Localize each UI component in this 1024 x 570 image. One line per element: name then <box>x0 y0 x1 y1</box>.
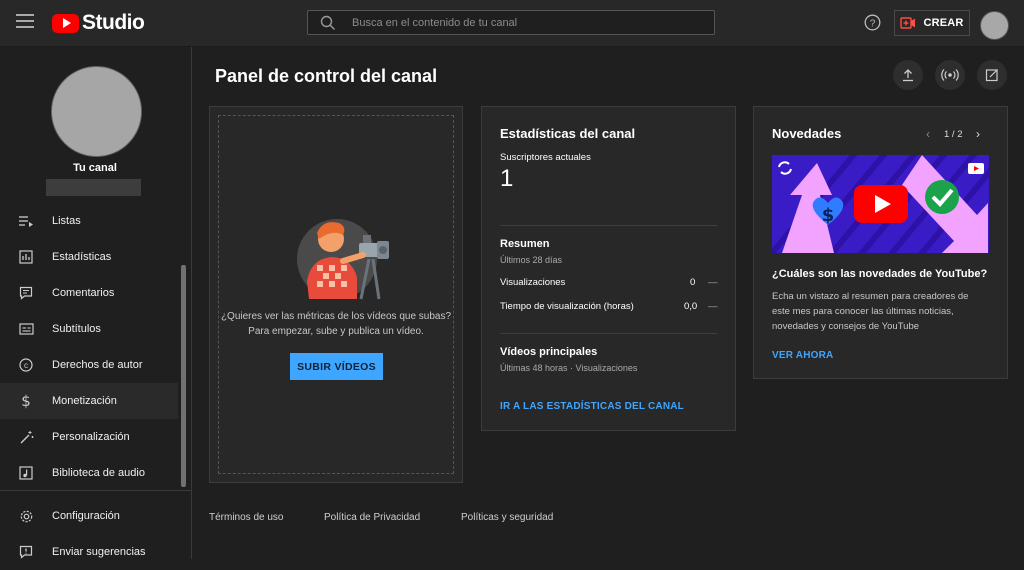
sidebar-item-label: Monetización <box>52 395 117 407</box>
create-post-button[interactable] <box>977 60 1007 90</box>
sidebar-item-subtitles[interactable]: Subtítulos <box>0 311 178 347</box>
news-card: Novedades ‹ 1 / 2 › $ ¿Cuáles son las no… <box>753 106 1008 379</box>
upload-card: ¿Quieres ver las métricas de los vídeos … <box>209 106 463 483</box>
search-box[interactable] <box>307 10 715 35</box>
subscribers-label: Suscriptores actuales <box>500 152 591 163</box>
create-video-icon <box>900 17 916 29</box>
studio-logo[interactable]: Studio <box>52 11 145 35</box>
sidebar-item-label: Personalización <box>52 431 130 443</box>
comments-icon <box>18 285 34 301</box>
live-broadcast-icon <box>941 69 959 81</box>
upload-icon <box>903 69 913 82</box>
metric-watchtime-value: 0,0 <box>684 301 698 312</box>
go-live-button[interactable] <box>935 60 965 90</box>
go-to-analytics-link[interactable]: IR A LAS ESTADÍSTICAS DEL CANAL <box>500 401 684 412</box>
sidebar-item-label: Comentarios <box>52 287 115 299</box>
sidebar-item-label: Listas <box>52 215 81 227</box>
footer-terms-link[interactable]: Términos de uso <box>209 512 283 523</box>
sidebar-item-monetization[interactable]: $ Monetización <box>0 383 178 419</box>
dollar-icon: $ <box>18 393 34 409</box>
next-page-icon[interactable]: › <box>976 127 980 141</box>
sidebar-item-feedback[interactable]: Enviar sugerencias <box>0 534 178 570</box>
news-card-title: Novedades <box>772 126 842 141</box>
summary-title: Resumen <box>500 238 550 250</box>
news-body-line3: novedades y consejos de YouTube <box>772 321 920 332</box>
sidebar-item-customization[interactable]: Personalización <box>0 419 178 455</box>
logo-text: Studio <box>82 11 145 34</box>
sidebar-item-label: Biblioteca de audio <box>52 467 145 479</box>
metric-views-trend: — <box>708 277 718 288</box>
svg-text:c: c <box>24 361 28 370</box>
top-videos-period: Últimas 48 horas · Visualizaciones <box>500 363 638 373</box>
svg-text:$: $ <box>21 393 31 409</box>
footer-privacy-link[interactable]: Política de Privacidad <box>324 512 420 523</box>
audio-library-icon <box>18 465 34 481</box>
news-headline[interactable]: ¿Cuáles son las novedades de YouTube? <box>772 268 987 280</box>
stats-card-title: Estadísticas del canal <box>500 126 636 141</box>
subscribers-count: 1 <box>500 165 514 192</box>
prev-page-icon[interactable]: ‹ <box>926 127 930 141</box>
sidebar-item-analytics[interactable]: Estadísticas <box>0 239 178 275</box>
svg-text:$: $ <box>822 205 835 226</box>
top-videos-title: Vídeos principales <box>500 346 598 358</box>
sidebar-item-label: Derechos de autor <box>52 359 143 371</box>
sidebar-scrollbar[interactable] <box>181 265 186 487</box>
news-body: Echa un vistazo al resumen para creadore… <box>772 289 968 334</box>
channel-name: Tu canal <box>73 162 117 174</box>
view-now-link[interactable]: VER AHORA <box>772 350 833 361</box>
create-button[interactable]: CREAR <box>894 10 970 36</box>
account-avatar[interactable] <box>980 11 1009 40</box>
upload-button[interactable] <box>893 60 923 90</box>
menu-icon[interactable] <box>16 14 34 28</box>
sidebar-item-audio-library[interactable]: Biblioteca de audio <box>0 455 178 491</box>
summary-period: Últimos 28 días <box>500 255 563 265</box>
edit-icon <box>985 69 998 82</box>
footer-policies-link[interactable]: Políticas y seguridad <box>461 512 553 523</box>
magic-wand-icon <box>18 429 34 445</box>
sidebar-item-label: Enviar sugerencias <box>52 546 146 558</box>
camera-operator-illustration <box>297 219 389 300</box>
metric-watchtime-label: Tiempo de visualización (horas) <box>500 301 634 312</box>
search-input[interactable] <box>350 15 694 30</box>
svg-text:?: ? <box>870 18 876 29</box>
subtitles-icon <box>18 321 34 337</box>
channel-avatar[interactable] <box>51 66 142 157</box>
metric-views-value: 0 <box>690 277 696 288</box>
sidebar-item-label: Configuración <box>52 510 120 522</box>
channel-stats-card: Estadísticas del canal Suscriptores actu… <box>481 106 736 431</box>
analytics-icon <box>18 249 34 265</box>
sidebar-item-label: Subtítulos <box>52 323 101 335</box>
news-pager: 1 / 2 <box>944 129 963 140</box>
playlist-icon <box>18 213 34 229</box>
sidebar-item-settings[interactable]: Configuración <box>0 498 178 534</box>
sidebar-item-copyright[interactable]: c Derechos de autor <box>0 347 178 383</box>
sidebar-item-comments[interactable]: Comentarios <box>0 275 178 311</box>
upload-prompt-line2: Para empezar, sube y publica un vídeo. <box>248 326 424 337</box>
sidebar: Tu canal Listas Estadísticas Comentarios… <box>0 47 192 559</box>
upload-prompt-line1: ¿Quieres ver las métricas de los vídeos … <box>220 311 452 322</box>
top-bar: Studio ? CREAR <box>0 0 1024 47</box>
divider <box>500 333 717 334</box>
youtube-logo-icon <box>52 13 79 33</box>
search-icon <box>320 15 335 30</box>
gear-icon <box>18 508 34 524</box>
news-body-line2: este mes para conocer las últimas notici… <box>772 306 954 317</box>
news-thumbnail[interactable]: $ <box>772 155 989 253</box>
feedback-icon <box>18 544 34 560</box>
sidebar-divider <box>0 490 191 491</box>
page-title: Panel de control del canal <box>215 66 438 86</box>
channel-handle-placeholder <box>46 179 141 196</box>
help-icon[interactable]: ? <box>864 14 881 31</box>
divider <box>500 225 717 226</box>
upload-prompt-text: ¿Quieres ver las métricas de los vídeos … <box>210 309 462 339</box>
copyright-icon: c <box>18 357 34 373</box>
news-body-line1: Echa un vistazo al resumen para creadore… <box>772 291 969 302</box>
create-label: CREAR <box>923 17 964 29</box>
metric-watchtime-trend: — <box>708 301 718 312</box>
metric-views-label: Visualizaciones <box>500 277 566 288</box>
sidebar-item-playlists[interactable]: Listas <box>0 203 178 239</box>
sidebar-item-label: Estadísticas <box>52 251 112 263</box>
upload-videos-button[interactable]: SUBIR VÍDEOS <box>290 353 383 380</box>
